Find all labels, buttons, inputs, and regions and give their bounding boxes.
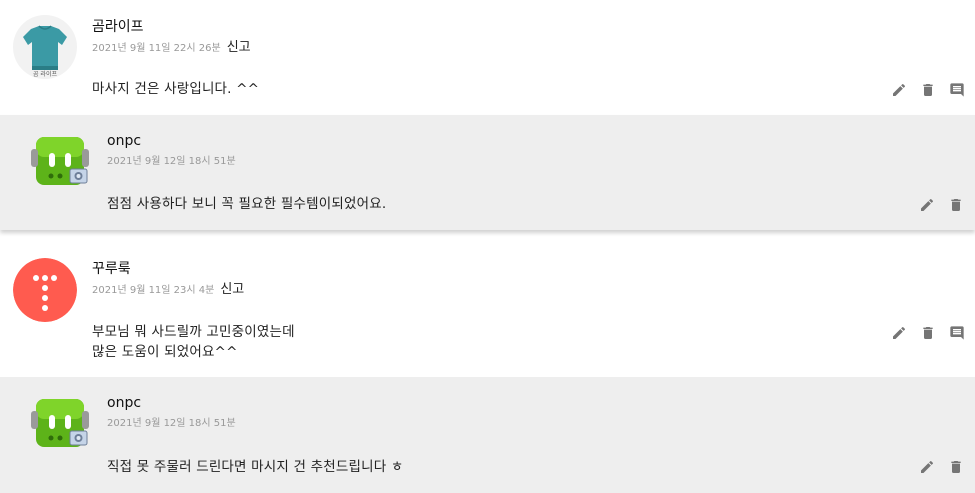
comment-body: 직접 못 주물러 드린다면 마시지 건 추천드립니다 ㅎ xyxy=(107,457,403,477)
comment-item: 곰 라이프 곰라이프 2021년 9월 11일 22시 26분 신고 마사지 건… xyxy=(0,0,975,115)
delete-button[interactable] xyxy=(920,325,936,341)
comment-date: 2021년 9월 12일 18시 51분 xyxy=(107,156,236,167)
pencil-icon xyxy=(921,460,934,473)
comment-icon xyxy=(950,326,964,340)
comment-body: 부모님 뭐 사드릴까 고민중이였는데 많은 도움이 되었어요^^ xyxy=(92,322,295,362)
comment-date: 2021년 9월 11일 23시 4분 xyxy=(92,285,215,296)
comment-item: 꾸루룩 2021년 9월 11일 23시 4분 신고 부모님 뭐 사드릴까 고민… xyxy=(0,242,975,377)
comment-actions xyxy=(878,325,965,341)
delete-button[interactable] xyxy=(920,82,936,98)
edit-button[interactable] xyxy=(891,82,907,98)
edit-button[interactable] xyxy=(891,325,907,341)
comment-date: 2021년 9월 12일 18시 51분 xyxy=(107,418,236,429)
pencil-icon xyxy=(893,326,906,339)
avatar xyxy=(30,393,90,453)
comment-body: 마사지 건은 사랑입니다. ^^ xyxy=(92,79,259,99)
edit-button[interactable] xyxy=(919,197,935,213)
comment-author: 곰라이프 xyxy=(92,19,144,35)
trash-icon xyxy=(923,327,933,339)
comment-body-line: 점점 사용하다 보니 꼭 필요한 필수템이되었어요. xyxy=(107,196,387,212)
delete-button[interactable] xyxy=(948,197,964,213)
pencil-icon xyxy=(921,198,934,211)
reply-item: onpc 2021년 9월 12일 18시 51분 직접 못 주물러 드린다면 … xyxy=(0,377,975,493)
avatar xyxy=(30,131,90,191)
trash-icon xyxy=(923,84,933,96)
comment-author: 꾸루룩 xyxy=(92,261,131,277)
comment-body-line: 마사지 건은 사랑입니다. ^^ xyxy=(92,81,260,97)
trash-icon xyxy=(951,199,961,211)
comment-meta: 2021년 9월 12일 18시 51분 xyxy=(107,152,236,167)
delete-button[interactable] xyxy=(948,459,964,475)
avatar: 곰 라이프 xyxy=(13,15,77,79)
comment-meta: 2021년 9월 11일 23시 4분 신고 xyxy=(92,278,244,297)
reply-item: onpc 2021년 9월 12일 18시 51분 점점 사용하다 보니 꼭 필… xyxy=(0,115,975,230)
reply-button[interactable] xyxy=(949,82,965,98)
comment-author: onpc xyxy=(107,133,142,149)
comment-body-line: 많은 도움이 되었어요^^ xyxy=(92,344,238,360)
comment-author: onpc xyxy=(107,395,142,411)
trash-icon xyxy=(951,461,961,473)
comment-actions xyxy=(906,197,964,213)
comment-actions xyxy=(906,459,964,475)
pencil-icon xyxy=(893,83,906,96)
edit-button[interactable] xyxy=(919,459,935,475)
avatar xyxy=(13,258,77,322)
avatar-caption: 곰 라이프 xyxy=(33,70,57,78)
report-link[interactable]: 신고 xyxy=(220,278,244,297)
comment-icon xyxy=(950,83,964,97)
comment-date: 2021년 9월 11일 22시 26분 xyxy=(92,43,221,54)
comment-body-line: 직접 못 주물러 드린다면 마시지 건 추천드립니다 ㅎ xyxy=(107,459,404,475)
comment-meta: 2021년 9월 11일 22시 26분 신고 xyxy=(92,36,251,55)
comment-actions xyxy=(878,82,965,98)
comment-body-line: 부모님 뭐 사드릴까 고민중이였는데 xyxy=(92,324,295,340)
report-link[interactable]: 신고 xyxy=(227,36,251,55)
comment-meta: 2021년 9월 12일 18시 51분 xyxy=(107,414,236,429)
comment-body: 점점 사용하다 보니 꼭 필요한 필수템이되었어요. xyxy=(107,194,386,214)
reply-button[interactable] xyxy=(949,325,965,341)
